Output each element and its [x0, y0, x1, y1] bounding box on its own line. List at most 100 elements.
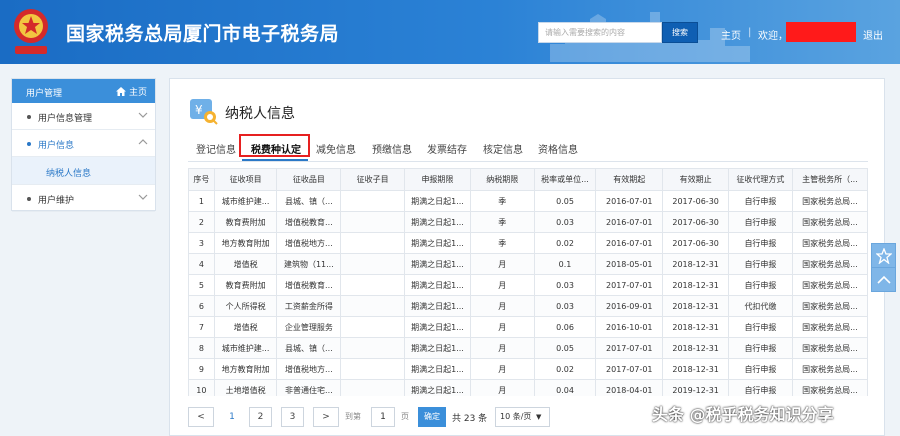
logout-link[interactable]: 退出: [863, 27, 883, 42]
table-cell: 期满之日起1...: [404, 253, 471, 275]
sidebar-item-user-maintenance[interactable]: 用户维护: [12, 185, 155, 212]
table-cell: 自行申报: [728, 211, 793, 233]
chevron-up-icon: [877, 275, 891, 284]
table-cell: 2: [188, 211, 215, 233]
table-cell: 个人所得税: [213, 295, 278, 317]
table-cell: 期满之日起1...: [404, 190, 471, 212]
header-separator: |: [748, 27, 752, 38]
table-cell: 自行申报: [728, 358, 793, 380]
table-cell: 季: [469, 232, 535, 254]
sidebar-item-label: 用户维护: [38, 196, 75, 206]
column-header: 征收子目: [340, 168, 406, 191]
tab-prepayment-info[interactable]: 预缴信息: [372, 141, 412, 156]
sidebar-subitem-taxpayer-info[interactable]: 纳税人信息: [12, 157, 155, 185]
table-cell: 月: [469, 337, 535, 359]
table-cell: 地方教育附加: [213, 232, 278, 254]
table-row[interactable]: 2 教育费附加 增值税教育... 期满之日起1... 季 0.03 2016-07-01 20…: [188, 211, 868, 233]
table-row[interactable]: 6 个人所得税 工资薪金所得 期满之日起1... 月 0.03 2016-09-01 2018…: [188, 295, 868, 317]
column-header: 征收代理方式: [728, 168, 793, 191]
table-cell: 增值税地方...: [276, 358, 342, 380]
search-button[interactable]: 搜索: [662, 22, 698, 43]
favorite-float-button[interactable]: [871, 243, 896, 268]
table-cell: 0.06: [533, 316, 597, 338]
table-header-row: 序号 征收项目 征收品目 征收子目 申报期限 纳税期限 税率或单位... 有效期起 有效期止 征收…: [188, 168, 868, 191]
table-row[interactable]: 1 城市维护建... 县城、镇（... 期满之日起1... 季 0.05 2016-07-0…: [188, 190, 868, 212]
chevron-down-icon: [138, 194, 148, 200]
table-cell: 增值税教育...: [276, 274, 342, 296]
home-link[interactable]: 主页: [721, 27, 741, 42]
welcome-text: 欢迎，: [758, 31, 788, 42]
tab-qualification-info[interactable]: 资格信息: [538, 141, 578, 156]
tab-exemption-info[interactable]: 减免信息: [316, 141, 356, 156]
table-cell: 季: [469, 190, 535, 212]
table-cell: 自行申报: [728, 379, 793, 396]
table-cell: 国家税务总局...: [791, 211, 868, 233]
tab-registration-info[interactable]: 登记信息: [196, 141, 236, 156]
table-cell: 增值税: [213, 316, 278, 338]
table-cell: 2016-07-01: [595, 232, 664, 254]
chevron-down-icon: [138, 112, 148, 118]
bullet-icon: [27, 142, 31, 146]
table-cell: 期满之日起1...: [404, 337, 471, 359]
table-cell: 2018-12-31: [662, 295, 730, 317]
table-cell: 县城、镇（...: [276, 337, 342, 359]
page-unit-label: 页: [401, 412, 409, 421]
table-cell: 月: [469, 379, 535, 396]
table-row[interactable]: 7 增值税 企业管理服务 期满之日起1... 月 0.06 2016-10-01 2018-1…: [188, 316, 868, 338]
table-cell: 2018-12-31: [662, 316, 730, 338]
table-row[interactable]: 9 地方教育附加 增值税地方... 期满之日起1... 月 0.02 2017-07-01 2…: [188, 358, 868, 380]
table-cell: 2016-09-01: [595, 295, 664, 317]
page-size-select[interactable]: 10 条/页 ▼: [495, 407, 550, 427]
table-cell: 0.03: [533, 211, 597, 233]
table-cell: 2017-07-01: [595, 274, 664, 296]
table-cell: 地方教育附加: [213, 358, 278, 380]
table-cell: 2018-12-31: [662, 337, 730, 359]
sidebar-home-link[interactable]: 主页: [116, 85, 147, 98]
table-cell: 2017-07-01: [595, 358, 664, 380]
prev-page-button[interactable]: <: [188, 407, 214, 427]
column-header: 有效期起: [595, 168, 664, 191]
goto-confirm-button[interactable]: 确定: [418, 407, 446, 427]
table-row[interactable]: 3 地方教育附加 增值税地方... 期满之日起1... 季 0.02 2016-07-01 2…: [188, 232, 868, 254]
table-row[interactable]: 10 土地增值税 非普通住宅... 期满之日起1... 月 0.04 2018-04-01 2…: [188, 379, 868, 396]
table-cell: 2018-05-01: [595, 253, 664, 275]
column-header: 征收品目: [276, 168, 342, 191]
star-icon: [876, 248, 892, 264]
tab-tax-type-determination[interactable]: 税费种认定: [251, 141, 301, 156]
column-header: 纳税期限: [469, 168, 535, 191]
tab-invoice-balance[interactable]: 发票结存: [427, 141, 467, 156]
next-page-button[interactable]: >: [313, 407, 339, 427]
table-cell: [340, 190, 406, 212]
table-row[interactable]: 8 城市维护建... 县城、镇（... 期满之日起1... 月 0.05 2017-07-0…: [188, 337, 868, 359]
page-2-button[interactable]: 2: [249, 407, 272, 427]
table-cell: 0.1: [533, 253, 597, 275]
main-panel: ¥ 纳税人信息 登记信息 税费种认定 减免信息 预缴信息 发票结存 核定信息 资…: [169, 78, 885, 436]
sidebar-header: 用户管理 主页: [12, 79, 155, 103]
sidebar-subitem-label: 纳税人信息: [46, 169, 92, 179]
back-to-top-button[interactable]: [871, 267, 896, 292]
table-row[interactable]: 5 教育费附加 增值税教育... 期满之日起1... 月 0.03 2017-07-01 20…: [188, 274, 868, 296]
column-header: 序号: [188, 168, 215, 191]
sidebar-item-user-info[interactable]: 用户信息: [12, 130, 155, 157]
table-cell: [340, 232, 406, 254]
search-input[interactable]: [538, 22, 662, 43]
table-cell: 国家税务总局...: [791, 253, 868, 275]
pagination: < 1 2 3 > 到第 1 页 确定 共 23 条 10 条/页 ▼: [188, 407, 588, 429]
table-cell: 3: [188, 232, 215, 254]
page-1-button[interactable]: 1: [221, 407, 243, 427]
goto-page-input[interactable]: 1: [371, 407, 395, 427]
column-header: 征收项目: [213, 168, 278, 191]
page-3-button[interactable]: 3: [281, 407, 304, 427]
page-title: 纳税人信息: [225, 106, 295, 122]
table-cell: 月: [469, 295, 535, 317]
table-cell: 国家税务总局...: [791, 379, 868, 396]
table-cell: 10: [188, 379, 215, 396]
svg-text:¥: ¥: [195, 103, 203, 117]
table-cell: 1: [188, 190, 215, 212]
table-cell: 国家税务总局...: [791, 232, 868, 254]
table-cell: [340, 316, 406, 338]
table-cell: 工资薪金所得: [276, 295, 342, 317]
sidebar-item-user-info-management[interactable]: 用户信息管理: [12, 103, 155, 130]
tab-assessment-info[interactable]: 核定信息: [483, 141, 523, 156]
table-row[interactable]: 4 增值税 建筑物（11... 期满之日起1... 月 0.1 2018-05-01 2018…: [188, 253, 868, 275]
